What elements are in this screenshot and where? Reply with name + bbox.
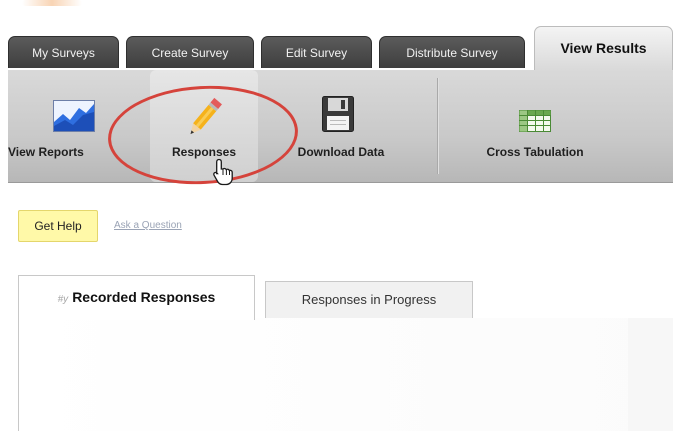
tab-create-survey[interactable]: Create Survey (126, 36, 254, 68)
hand-cursor-icon (212, 158, 236, 191)
logo-fragment (22, 0, 82, 6)
responses-in-progress-label: Responses in Progress (301, 292, 437, 307)
results-toolbar: View Reports Responses Download Data Cro… (8, 70, 673, 183)
responses-panel (18, 318, 673, 431)
cross-tabulation-button[interactable]: Cross Tabulation (460, 70, 610, 182)
get-help-button[interactable]: Get Help (18, 210, 98, 242)
toolbar-divider (437, 78, 438, 174)
tab-view-results[interactable]: View Results (534, 26, 673, 72)
floppy-disk-icon (322, 96, 354, 135)
ask-a-question-link[interactable]: Ask a Question (114, 220, 182, 231)
tab-my-surveys[interactable]: My Surveys (8, 36, 119, 68)
tab-edit-survey[interactable]: Edit Survey (261, 36, 372, 68)
spreadsheet-icon (519, 110, 551, 135)
panel-shade (628, 318, 673, 431)
top-strip (0, 0, 673, 26)
tab-distribute-survey[interactable]: Distribute Survey (379, 36, 525, 68)
chart-icon (53, 100, 95, 135)
tab-recorded-responses[interactable]: #y Recorded Responses (18, 275, 255, 320)
tab-responses-in-progress[interactable]: Responses in Progress (265, 281, 473, 319)
drag-handle-icon: #y (57, 294, 69, 305)
cross-tabulation-label: Cross Tabulation (486, 145, 584, 159)
recorded-responses-label: Recorded Responses (72, 289, 216, 305)
